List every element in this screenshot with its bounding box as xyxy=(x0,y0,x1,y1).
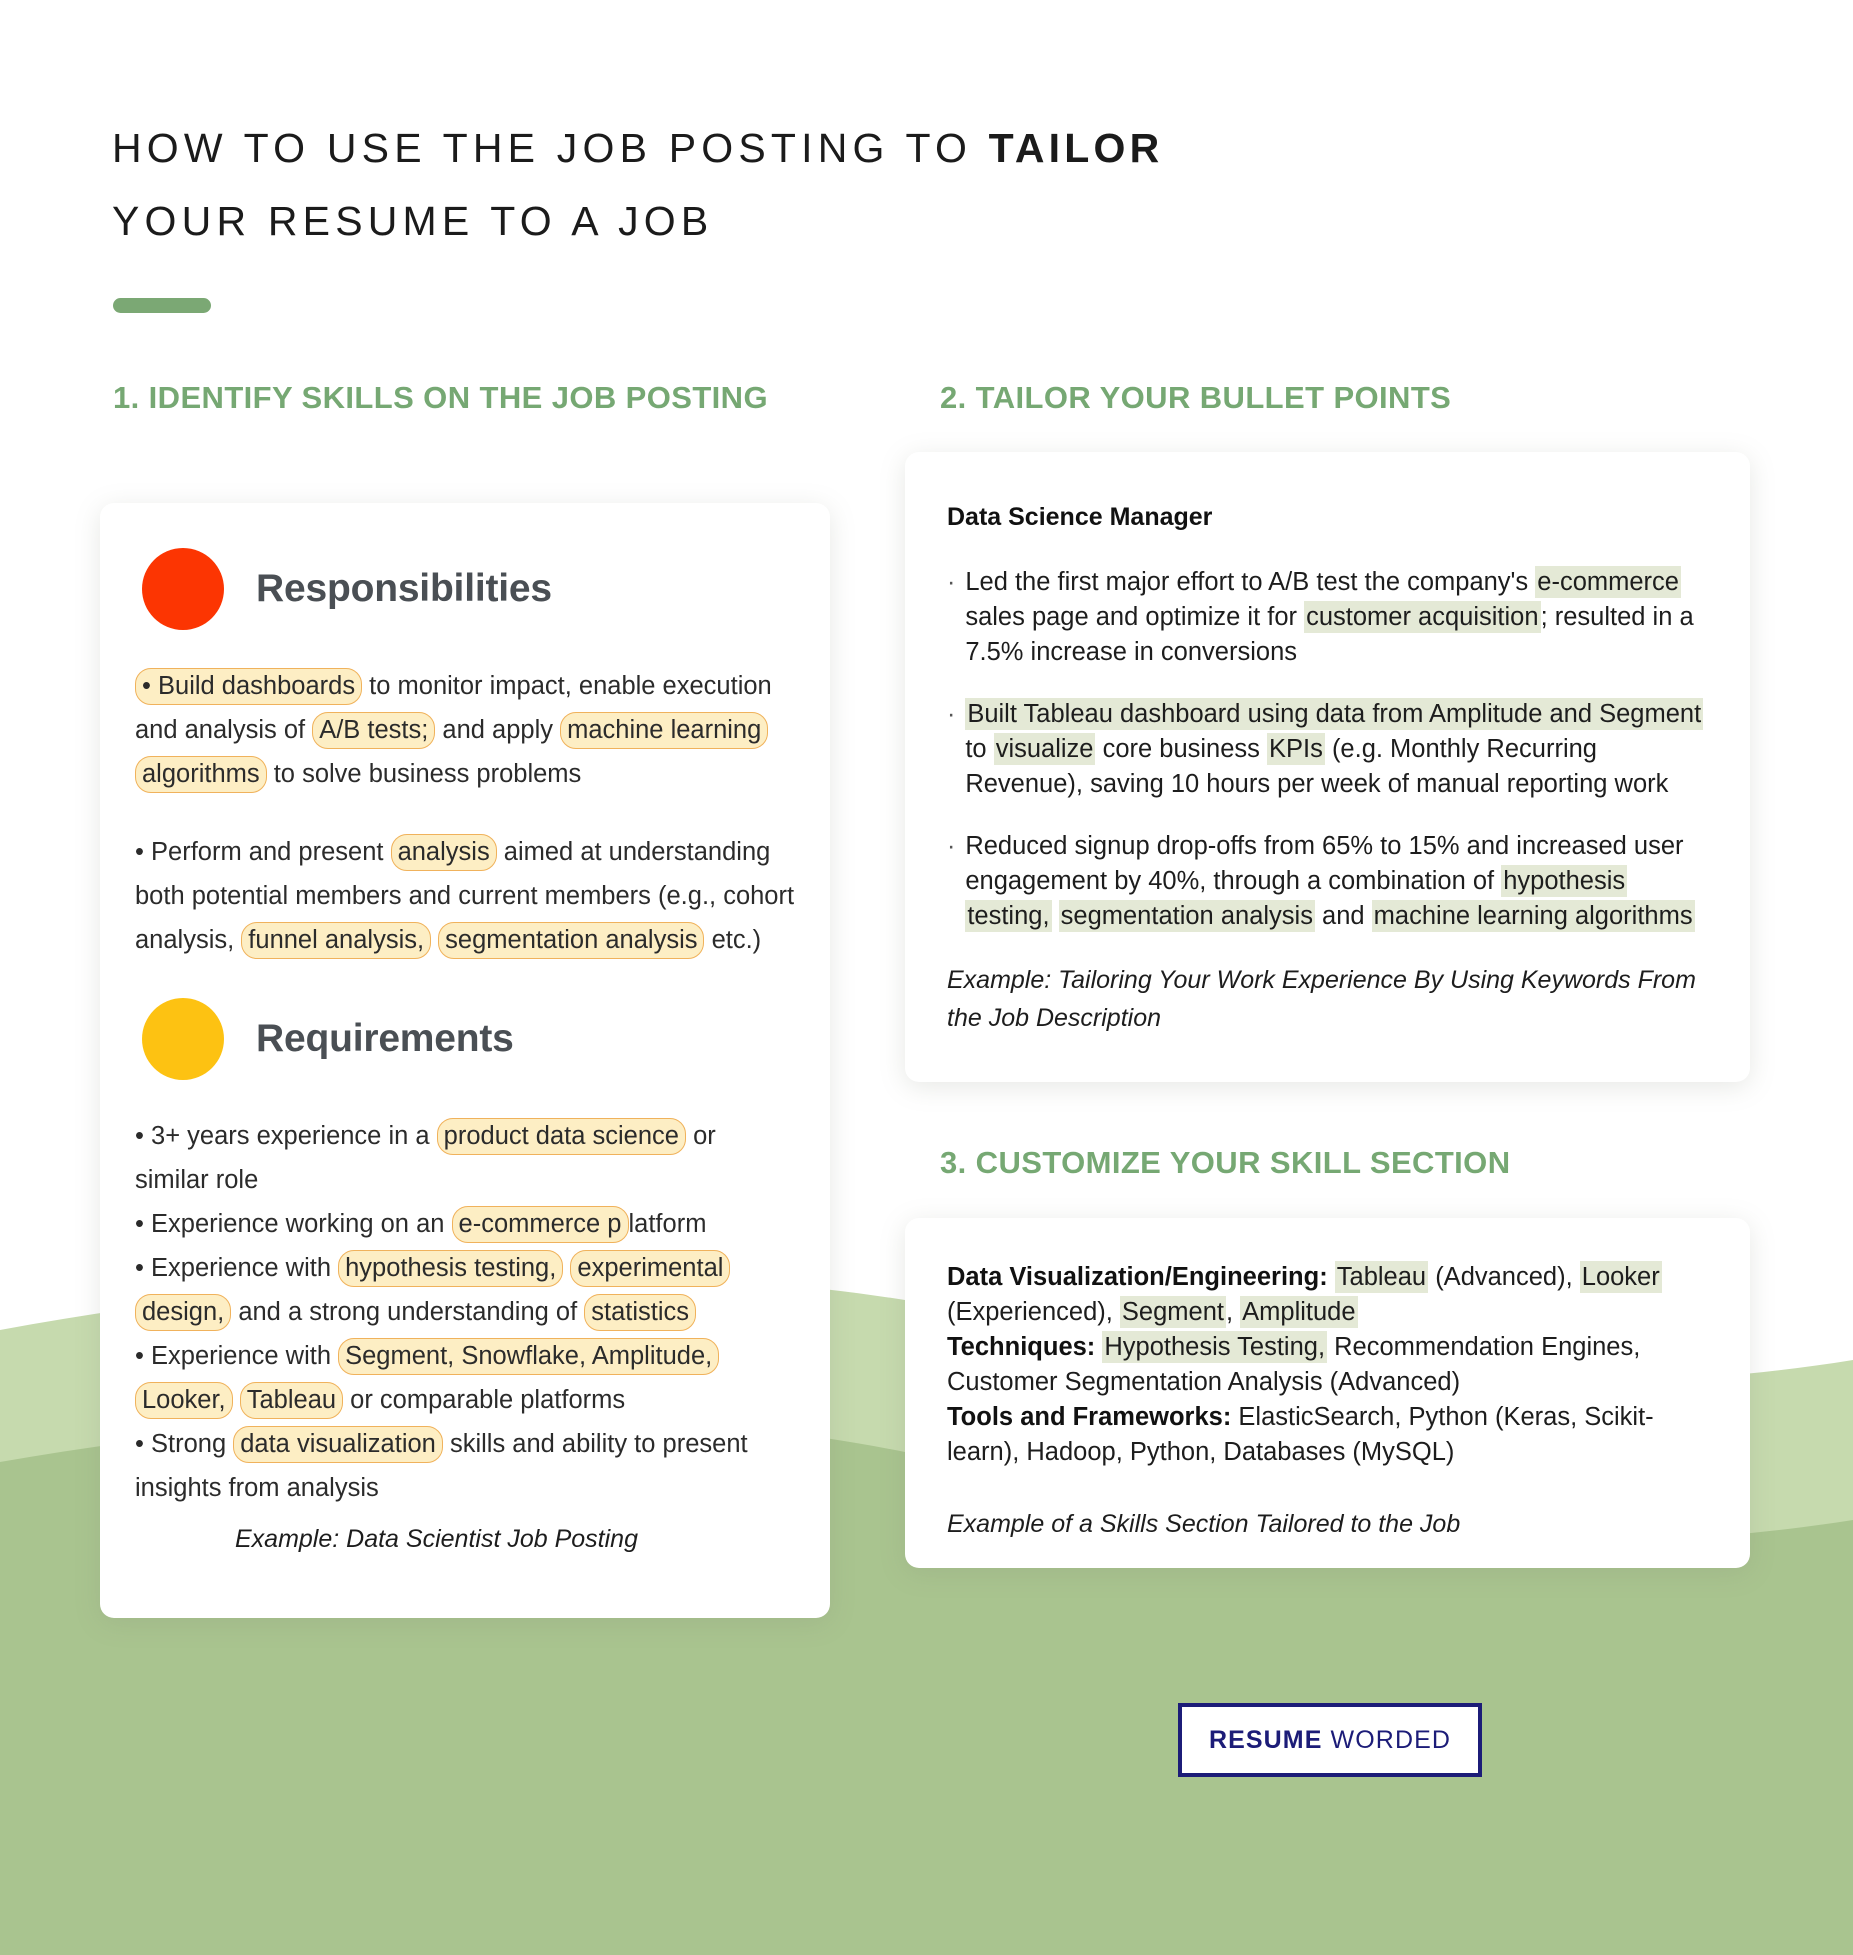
tailored-bullets-card: Data Science Manager · Led the first maj… xyxy=(905,452,1750,1082)
skills-example-caption: Example of a Skills Section Tailored to … xyxy=(947,1510,1461,1538)
tailored-bullets-body: Data Science Manager · Led the first maj… xyxy=(905,452,1750,1037)
keyword-highlight: Built Tableau dashboard using data from … xyxy=(965,698,1704,730)
plain-text: • 3+ years experience in a xyxy=(135,1122,437,1150)
skills-line: Techniques: Hypothesis Testing, Recommen… xyxy=(947,1330,1708,1400)
accent-divider-bar xyxy=(113,298,211,313)
keyword-highlight: segmentation analysis xyxy=(1058,900,1315,932)
bullet-marker-icon: · xyxy=(947,832,956,860)
plain-text: • Perform and present xyxy=(135,838,391,866)
skills-section-body: Data Visualization/Engineering: Tableau … xyxy=(905,1218,1750,1543)
resume-job-title: Data Science Manager xyxy=(947,503,1213,531)
responsibilities-item: • Build dashboards to monitor impact, en… xyxy=(135,664,795,796)
resume-bullet-text: Led the first major effort to A/B test t… xyxy=(965,565,1708,670)
responsibilities-body: • Build dashboards to monitor impact, en… xyxy=(135,664,795,962)
plain-text: (Advanced), xyxy=(1428,1263,1580,1291)
plain-text: • Strong xyxy=(135,1430,234,1458)
plain-text: etc.) xyxy=(704,926,762,954)
logo-text: RESUME WORDED xyxy=(1209,1726,1451,1755)
keyword-highlight: Tableau xyxy=(239,1382,344,1419)
skills-line: Data Visualization/Engineering: Tableau … xyxy=(947,1260,1708,1330)
page-title-line-2: YOUR RESUME TO A JOB xyxy=(112,198,714,244)
responsibilities-header: Responsibilities xyxy=(142,548,830,630)
resume-bullet: · Built Tableau dashboard using data fro… xyxy=(947,697,1708,802)
bullet-marker-icon: · xyxy=(947,700,956,728)
plain-text: to xyxy=(965,735,994,763)
infographic-page: HOW TO USE THE JOB POSTING TO TAILOR YOU… xyxy=(0,0,1853,1955)
skills-line: Tools and Frameworks: ElasticSearch, Pyt… xyxy=(947,1400,1708,1470)
keyword-highlight: funnel analysis, xyxy=(241,922,432,959)
bullets-example-caption: Example: Tailoring Your Work Experience … xyxy=(947,966,1696,1032)
keyword-highlight: Segment xyxy=(1119,1296,1226,1328)
resume-bullet: · Led the first major effort to A/B test… xyxy=(947,565,1708,670)
plain-text: and a strong understanding of xyxy=(231,1298,585,1326)
keyword-highlight: Tableau xyxy=(1334,1261,1429,1293)
plain-text: core business xyxy=(1095,735,1267,763)
page-title: HOW TO USE THE JOB POSTING TO TAILOR YOU… xyxy=(112,112,1412,258)
resume-worded-logo[interactable]: RESUME WORDED xyxy=(1178,1703,1482,1777)
requirements-header: Requirements xyxy=(142,998,830,1080)
requirements-item: • Experience working on an e-commerce pl… xyxy=(135,1202,795,1246)
responsibilities-item: • Perform and present analysis aimed at … xyxy=(135,830,795,962)
plain-text xyxy=(233,1386,240,1414)
keyword-highlight: • Build dashboards xyxy=(135,668,363,705)
keyword-highlight: KPIs xyxy=(1267,733,1325,765)
plain-text: • Experience with xyxy=(135,1342,339,1370)
requirements-body: • 3+ years experience in a product data … xyxy=(135,1114,795,1510)
requirements-item: • Experience with hypothesis testing, ex… xyxy=(135,1246,795,1334)
skill-category-label: Data Visualization/Engineering: xyxy=(947,1263,1328,1291)
yellow-circle-icon xyxy=(142,998,224,1080)
plain-text: , xyxy=(1225,1298,1241,1326)
job-posting-example-caption: Example: Data Scientist Job Posting xyxy=(235,1525,638,1553)
plain-text xyxy=(1052,902,1059,930)
keyword-highlight: e-commerce xyxy=(1535,566,1681,598)
section-heading-1: 1. IDENTIFY SKILLS ON THE JOB POSTING xyxy=(113,380,768,415)
keyword-highlight: product data science xyxy=(436,1118,686,1155)
plain-text: and xyxy=(1314,902,1372,930)
plain-text: and apply xyxy=(435,716,561,744)
resume-bullet: · Reduced signup drop-offs from 65% to 1… xyxy=(947,829,1708,934)
logo-text-light: WORDED xyxy=(1322,1725,1452,1754)
plain-text: latform xyxy=(628,1210,707,1238)
keyword-highlight: Looker xyxy=(1579,1261,1662,1293)
keyword-highlight: hypothesis testing, xyxy=(338,1250,564,1287)
requirements-label: Requirements xyxy=(256,1017,514,1060)
plain-text: to solve business problems xyxy=(266,760,582,788)
section-heading-2: 2. TAILOR YOUR BULLET POINTS xyxy=(940,380,1452,415)
section-heading-3: 3. CUSTOMIZE YOUR SKILL SECTION xyxy=(940,1145,1511,1180)
keyword-highlight: machine learning algorithms xyxy=(1371,900,1695,932)
keyword-highlight: customer acquisition xyxy=(1304,601,1541,633)
requirements-item: • Strong data visualization skills and a… xyxy=(135,1422,795,1510)
plain-text: Led the first major effort to A/B test t… xyxy=(965,568,1536,596)
keyword-highlight: visualize xyxy=(993,733,1096,765)
red-circle-icon xyxy=(142,548,224,630)
bullet-marker-icon: · xyxy=(947,568,956,596)
keyword-highlight: analysis xyxy=(390,834,497,871)
keyword-highlight: A/B tests; xyxy=(312,712,436,749)
keyword-highlight: Amplitude xyxy=(1240,1296,1358,1328)
resume-bullet-text: Built Tableau dashboard using data from … xyxy=(965,697,1708,802)
requirements-item: • Experience with Segment, Snowflake, Am… xyxy=(135,1334,795,1422)
plain-text: or comparable platforms xyxy=(343,1386,626,1414)
keyword-highlight: Hypothesis Testing, xyxy=(1102,1331,1328,1363)
keyword-highlight: segmentation analysis xyxy=(438,922,705,959)
resume-bullet-text: Reduced signup drop-offs from 65% to 15%… xyxy=(965,829,1708,934)
keyword-highlight: statistics xyxy=(584,1294,697,1331)
page-title-line-1-bold: TAILOR xyxy=(988,125,1164,171)
job-posting-card: Responsibilities • Build dashboards to m… xyxy=(100,503,830,1618)
keyword-highlight: e-commerce p xyxy=(451,1206,629,1243)
requirements-item: • 3+ years experience in a product data … xyxy=(135,1114,795,1202)
page-title-line-1: HOW TO USE THE JOB POSTING TO TAILOR xyxy=(112,112,1412,185)
plain-text xyxy=(1328,1263,1335,1291)
plain-text: • Experience working on an xyxy=(135,1210,452,1238)
logo-text-bold: RESUME xyxy=(1208,1725,1323,1754)
skill-category-label: Tools and Frameworks: xyxy=(947,1403,1232,1431)
plain-text: sales page and optimize it for xyxy=(965,603,1305,631)
page-title-line-1-plain: HOW TO USE THE JOB POSTING TO xyxy=(112,125,989,171)
skills-section-card: Data Visualization/Engineering: Tableau … xyxy=(905,1218,1750,1568)
skill-category-label: Techniques: xyxy=(947,1333,1096,1361)
plain-text: • Experience with xyxy=(135,1254,339,1282)
keyword-highlight: data visualization xyxy=(233,1426,443,1463)
plain-text: (Experienced), xyxy=(947,1298,1120,1326)
responsibilities-label: Responsibilities xyxy=(256,567,552,610)
